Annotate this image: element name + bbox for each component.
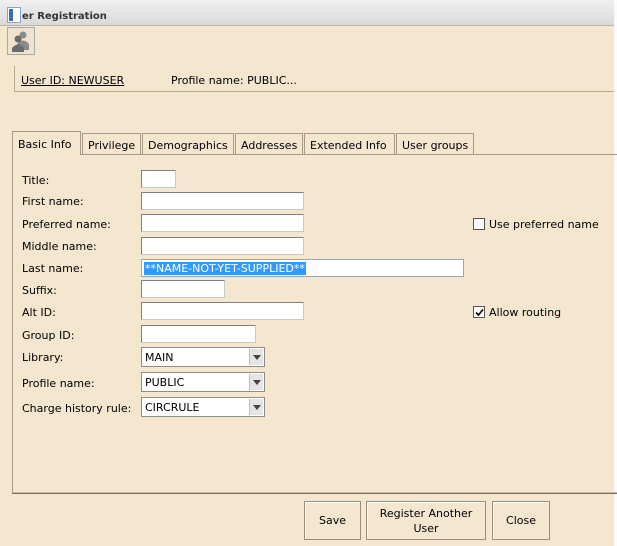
panel-divider xyxy=(12,492,617,494)
app-icon xyxy=(7,7,21,23)
library-label: Library: xyxy=(22,351,64,364)
title-label: Title: xyxy=(22,174,50,187)
register-another-user-button[interactable]: Register Another User xyxy=(366,501,486,540)
tab-addresses[interactable]: Addresses xyxy=(235,133,303,155)
library-value: MAIN xyxy=(145,351,174,364)
use-preferred-name-label: Use preferred name xyxy=(489,218,599,231)
users-toolbar-button[interactable] xyxy=(7,27,35,55)
users-icon xyxy=(12,31,29,52)
middle-name-input[interactable] xyxy=(141,237,304,255)
tab-privilege[interactable]: Privilege xyxy=(82,133,141,155)
register-another-label-line1: Register Another xyxy=(379,506,473,520)
chevron-down-icon[interactable] xyxy=(249,374,263,390)
profile-name-header: Profile name: PUBLIC... xyxy=(171,74,297,87)
tab-basic-info[interactable]: Basic Info xyxy=(12,131,81,155)
profile-name-value: PUBLIC xyxy=(145,376,185,389)
checkmark-icon xyxy=(474,308,484,316)
close-button[interactable]: Close xyxy=(492,501,550,540)
charge-history-rule-label: Charge history rule: xyxy=(22,402,132,415)
title-input[interactable] xyxy=(141,170,176,188)
tab-user-groups[interactable]: User groups xyxy=(396,133,474,155)
alt-id-input[interactable] xyxy=(141,302,304,320)
user-id-label: User ID: NEWUSER xyxy=(21,74,125,87)
header-rule xyxy=(14,66,15,92)
save-button[interactable]: Save xyxy=(304,501,361,540)
allow-routing-label: Allow routing xyxy=(489,306,562,319)
group-id-label: Group ID: xyxy=(22,329,75,342)
chevron-down-icon[interactable] xyxy=(249,399,263,415)
suffix-label: Suffix: xyxy=(22,284,57,297)
alt-id-label: Alt ID: xyxy=(22,306,56,319)
tab-demographics[interactable]: Demographics xyxy=(142,133,234,155)
group-id-input[interactable] xyxy=(141,325,256,343)
use-preferred-name-checkbox[interactable] xyxy=(473,218,485,230)
user-info-header: User ID: NEWUSER Profile name: PUBLIC... xyxy=(14,66,614,92)
allow-routing-checkbox[interactable] xyxy=(473,306,485,318)
first-name-label: First name: xyxy=(22,195,84,208)
suffix-input[interactable] xyxy=(141,280,225,298)
charge-history-value: CIRCRULE xyxy=(145,401,200,414)
first-name-input[interactable] xyxy=(141,192,304,210)
last-name-input[interactable]: **NAME-NOT-YET-SUPPLIED** xyxy=(141,259,464,277)
register-another-label-line2: User xyxy=(413,521,439,535)
middle-name-label: Middle name: xyxy=(22,240,97,253)
profile-name-label: Profile name: xyxy=(22,377,95,390)
library-select[interactable]: MAIN xyxy=(141,347,265,367)
basic-info-panel xyxy=(12,154,617,494)
tab-extended-info[interactable]: Extended Info xyxy=(304,133,395,155)
title-bar: er Registration xyxy=(0,0,617,26)
charge-history-rule-select[interactable]: CIRCRULE xyxy=(141,397,265,417)
preferred-name-input[interactable] xyxy=(141,214,304,232)
preferred-name-label: Preferred name: xyxy=(22,218,111,231)
last-name-value: **NAME-NOT-YET-SUPPLIED** xyxy=(144,262,306,275)
window-title: er Registration xyxy=(22,11,107,22)
profile-name-select[interactable]: PUBLIC xyxy=(141,372,265,392)
last-name-label: Last name: xyxy=(22,262,84,275)
chevron-down-icon[interactable] xyxy=(249,349,263,365)
